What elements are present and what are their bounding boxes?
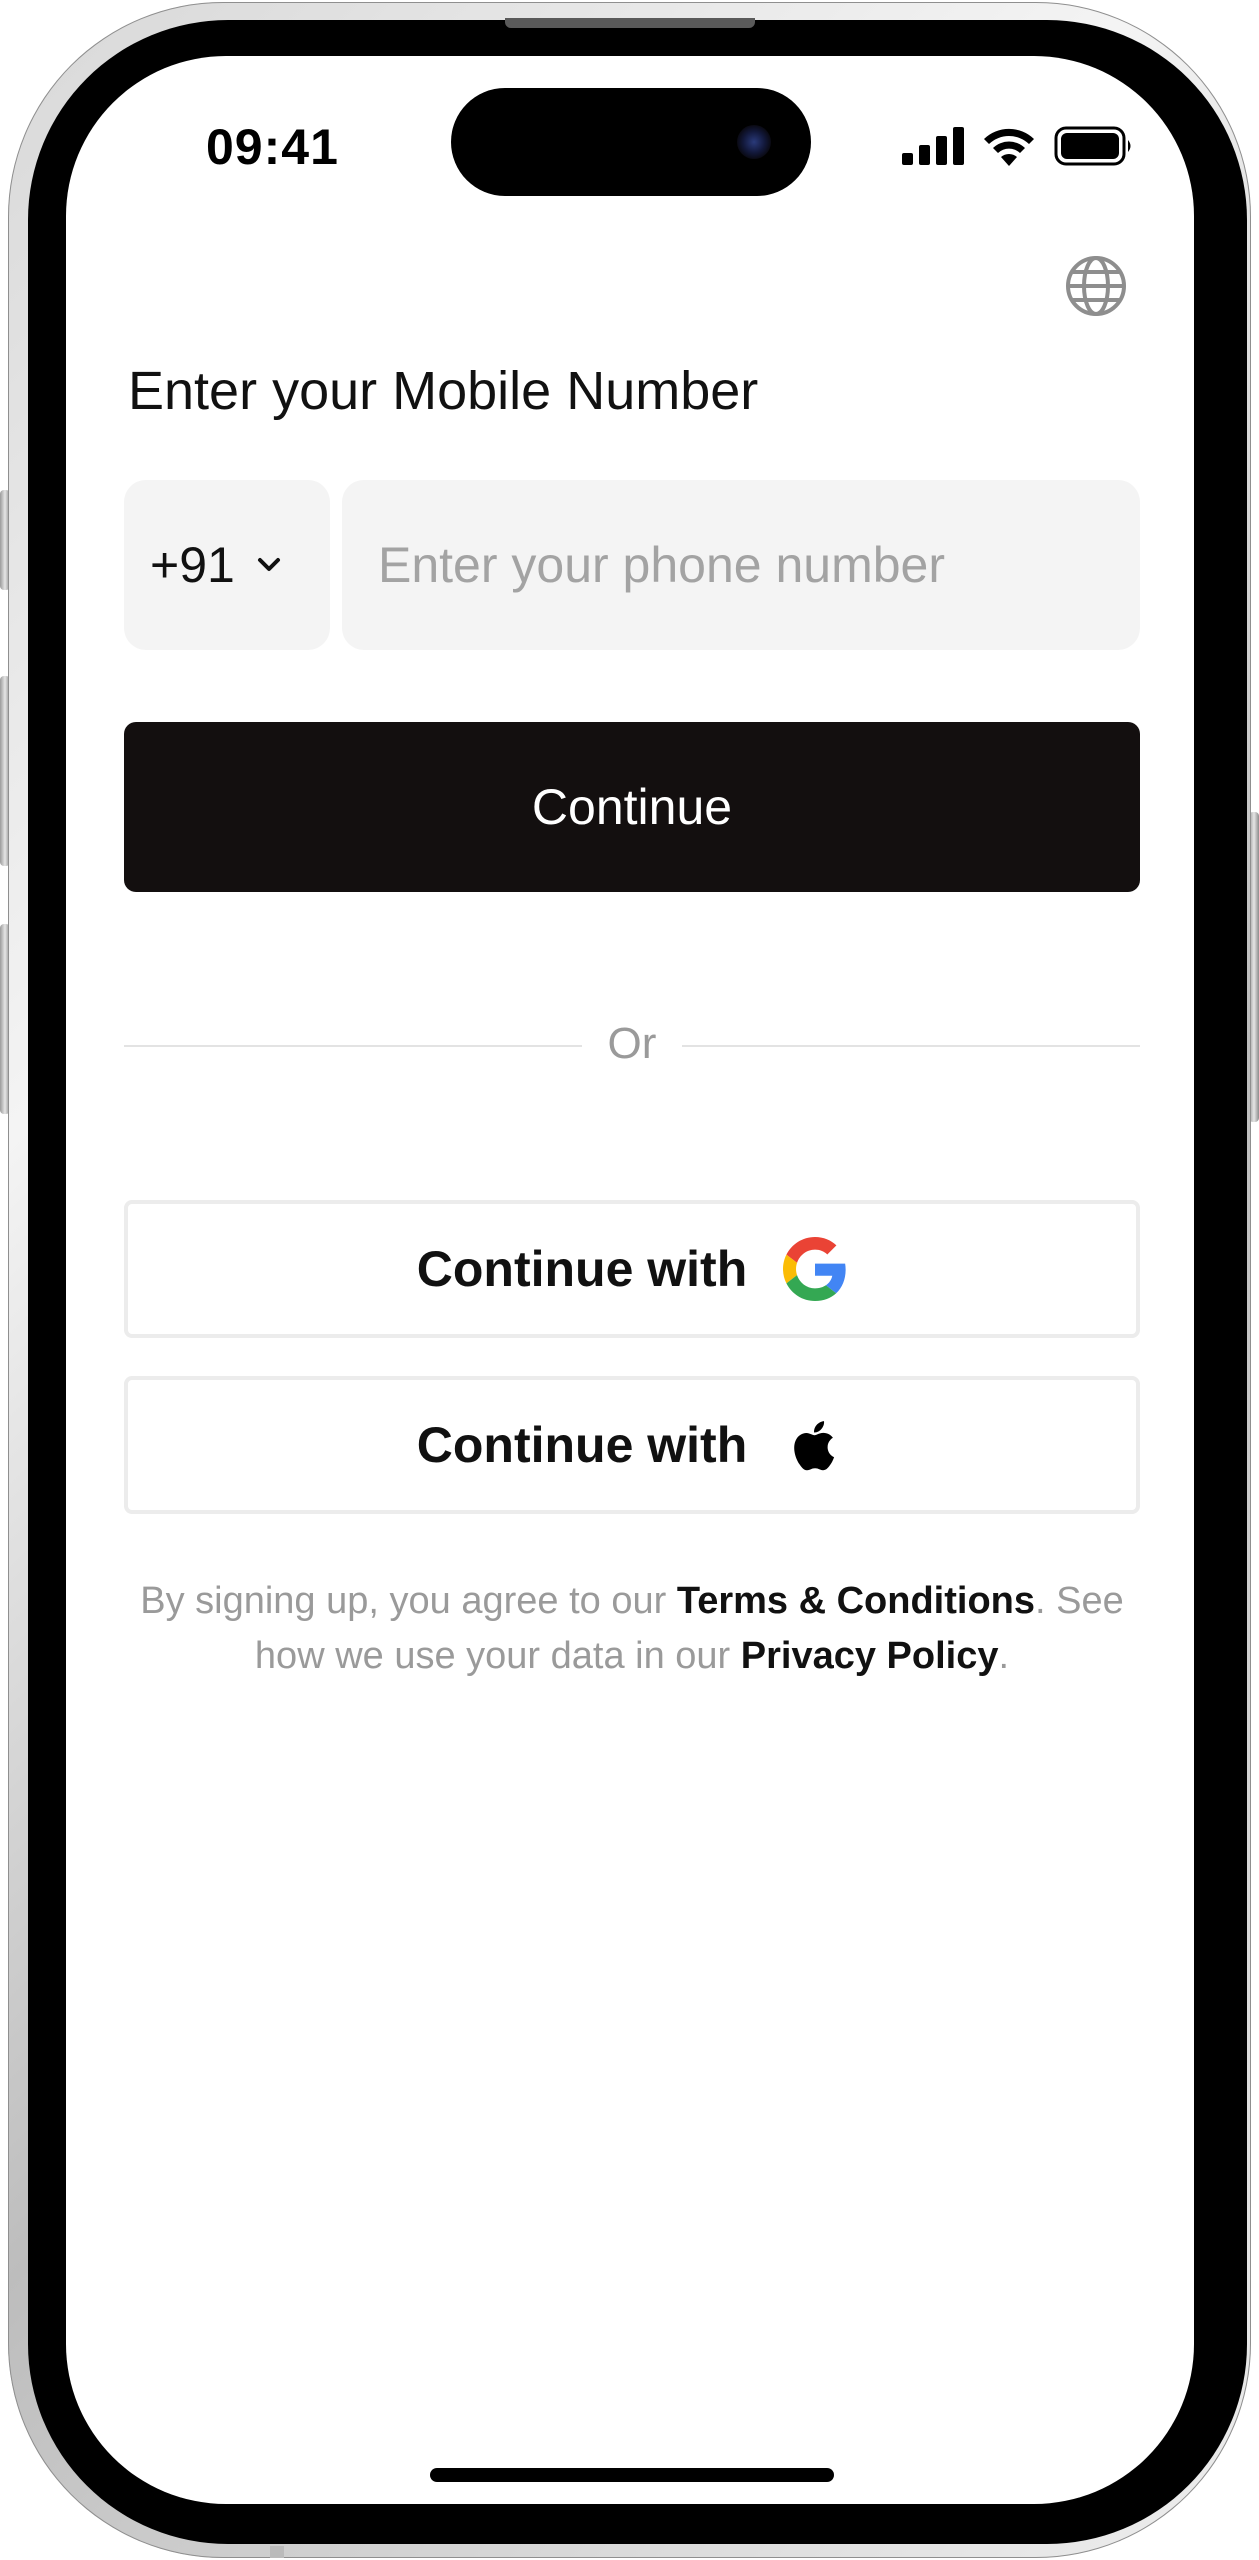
wifi-icon bbox=[984, 128, 1034, 166]
privacy-policy-link[interactable]: Privacy Policy bbox=[741, 1635, 999, 1677]
cellular-signal-icon bbox=[902, 127, 964, 165]
legal-notice: By signing up, you agree to our Terms & … bbox=[124, 1574, 1140, 1684]
chevron-down-icon bbox=[257, 558, 280, 571]
apple-icon bbox=[794, 1421, 835, 1471]
country-code-selector[interactable]: +91 bbox=[124, 480, 330, 650]
google-icon bbox=[783, 1237, 846, 1301]
country-code-value: +91 bbox=[150, 537, 235, 593]
legal-suffix: . bbox=[998, 1635, 1010, 1677]
page-title: Enter your Mobile Number bbox=[128, 361, 759, 421]
phone-number-input[interactable] bbox=[342, 480, 1140, 650]
phone-device: 09:41 Enter your Mobile Number +91 Enter… bbox=[0, 0, 1259, 2560]
divider-label: Or bbox=[607, 1019, 657, 1068]
status-time: 09:41 bbox=[206, 119, 339, 175]
top-speaker bbox=[505, 18, 755, 28]
home-indicator[interactable] bbox=[430, 2468, 834, 2482]
continue-with-google-button[interactable]: Continue with bbox=[124, 1200, 1140, 1338]
front-camera bbox=[737, 125, 771, 159]
apple-button-label: Continue with bbox=[416, 1417, 748, 1473]
divider-line-left bbox=[124, 1045, 582, 1047]
status-icons bbox=[902, 126, 1134, 166]
screen: 09:41 Enter your Mobile Number +91 Enter… bbox=[66, 56, 1194, 2504]
google-button-label: Continue with bbox=[416, 1241, 748, 1297]
divider-line-right bbox=[682, 1045, 1140, 1047]
legal-prefix: By signing up, you agree to our bbox=[140, 1580, 677, 1622]
continue-with-apple-button[interactable]: Continue with bbox=[124, 1376, 1140, 1514]
continue-button[interactable]: Continue bbox=[124, 722, 1140, 892]
battery-icon bbox=[1054, 126, 1131, 166]
terms-and-conditions-link[interactable]: Terms & Conditions bbox=[677, 1580, 1035, 1622]
dynamic-island bbox=[451, 88, 811, 196]
globe-icon[interactable] bbox=[1064, 254, 1128, 318]
bottom-frame-detail bbox=[270, 2546, 284, 2558]
